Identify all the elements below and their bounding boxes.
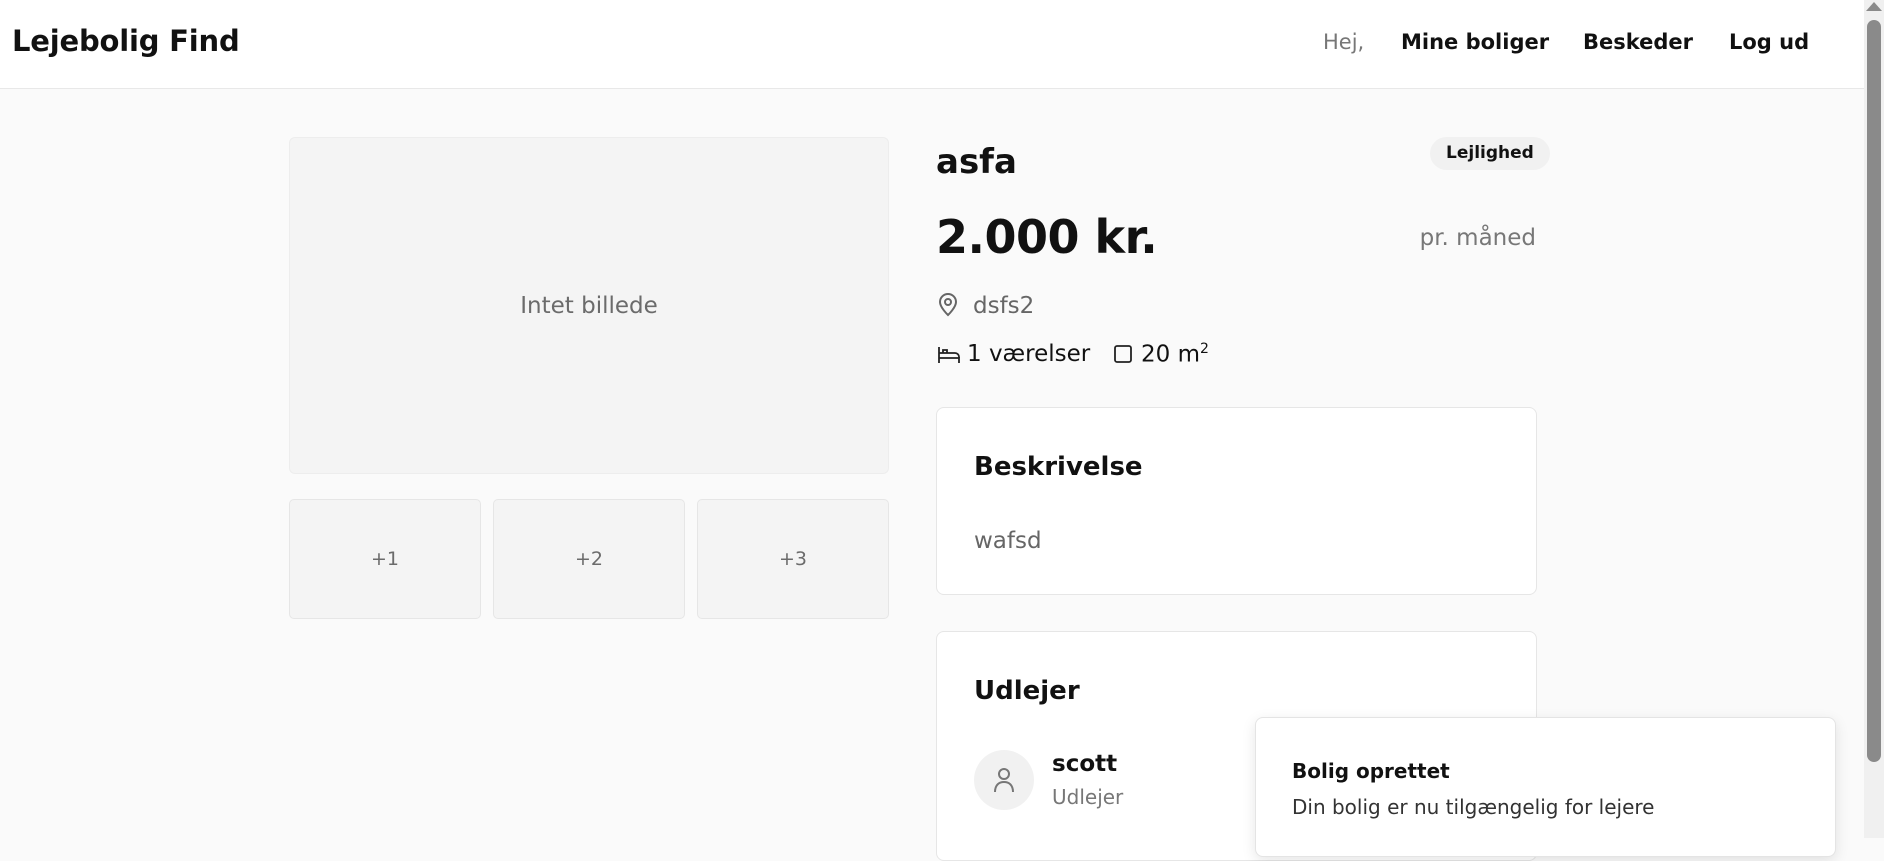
price-period: pr. måned	[1419, 225, 1536, 251]
description-text: wafsd	[974, 528, 1042, 554]
owner-role: Udlejer	[1052, 785, 1124, 809]
no-image-label: Intet billede	[520, 293, 658, 319]
top-navbar: Lejebolig Find Hej, Mine boliger Beskede…	[0, 0, 1864, 89]
area-size: 20 m2	[1141, 341, 1209, 368]
property-type-badge: Lejlighed	[1430, 137, 1550, 170]
description-heading: Beskrivelse	[974, 452, 1143, 482]
thumbnail-3[interactable]: +3	[697, 499, 889, 619]
nav-my-listings[interactable]: Mine boliger	[1401, 30, 1549, 54]
avatar	[974, 750, 1034, 810]
user-icon	[994, 768, 1014, 793]
toast-message: Din bolig er nu tilgængelig for lejere	[1292, 795, 1655, 819]
scroll-up-arrow-icon[interactable]	[1866, 2, 1882, 11]
rooms-count: 1 værelser	[967, 341, 1091, 367]
square-icon	[1113, 344, 1133, 368]
listing-address: dsfs2	[973, 293, 1035, 319]
thumbnail-1[interactable]: +1	[289, 499, 481, 619]
area-unit-superscript: 2	[1199, 341, 1209, 357]
area-value: 20 m	[1141, 341, 1200, 368]
listing-price: 2.000 kr.	[936, 210, 1158, 264]
brand-logo[interactable]: Lejebolig Find	[12, 24, 240, 58]
main-image-placeholder[interactable]: Intet billede	[289, 137, 889, 474]
thumbnail-label: +1	[370, 548, 399, 570]
owner-name: scott	[1052, 751, 1118, 777]
thumbnail-2[interactable]: +2	[493, 499, 685, 619]
map-pin-icon	[937, 293, 959, 321]
listing-title: asfa	[936, 142, 1017, 182]
owner-heading: Udlejer	[974, 676, 1080, 706]
scrollbar-thumb[interactable]	[1867, 20, 1881, 762]
thumbnail-label: +2	[574, 548, 603, 570]
nav-messages[interactable]: Beskeder	[1583, 30, 1693, 54]
thumbnail-label: +3	[778, 548, 807, 570]
toast-title: Bolig oprettet	[1292, 759, 1450, 783]
description-card: Beskrivelse wafsd	[936, 407, 1537, 595]
greeting-text: Hej,	[1323, 30, 1365, 54]
nav-logout[interactable]: Log ud	[1729, 30, 1809, 54]
toast-notification[interactable]: Bolig oprettet Din bolig er nu tilgængel…	[1255, 717, 1836, 857]
bed-icon	[937, 345, 961, 369]
